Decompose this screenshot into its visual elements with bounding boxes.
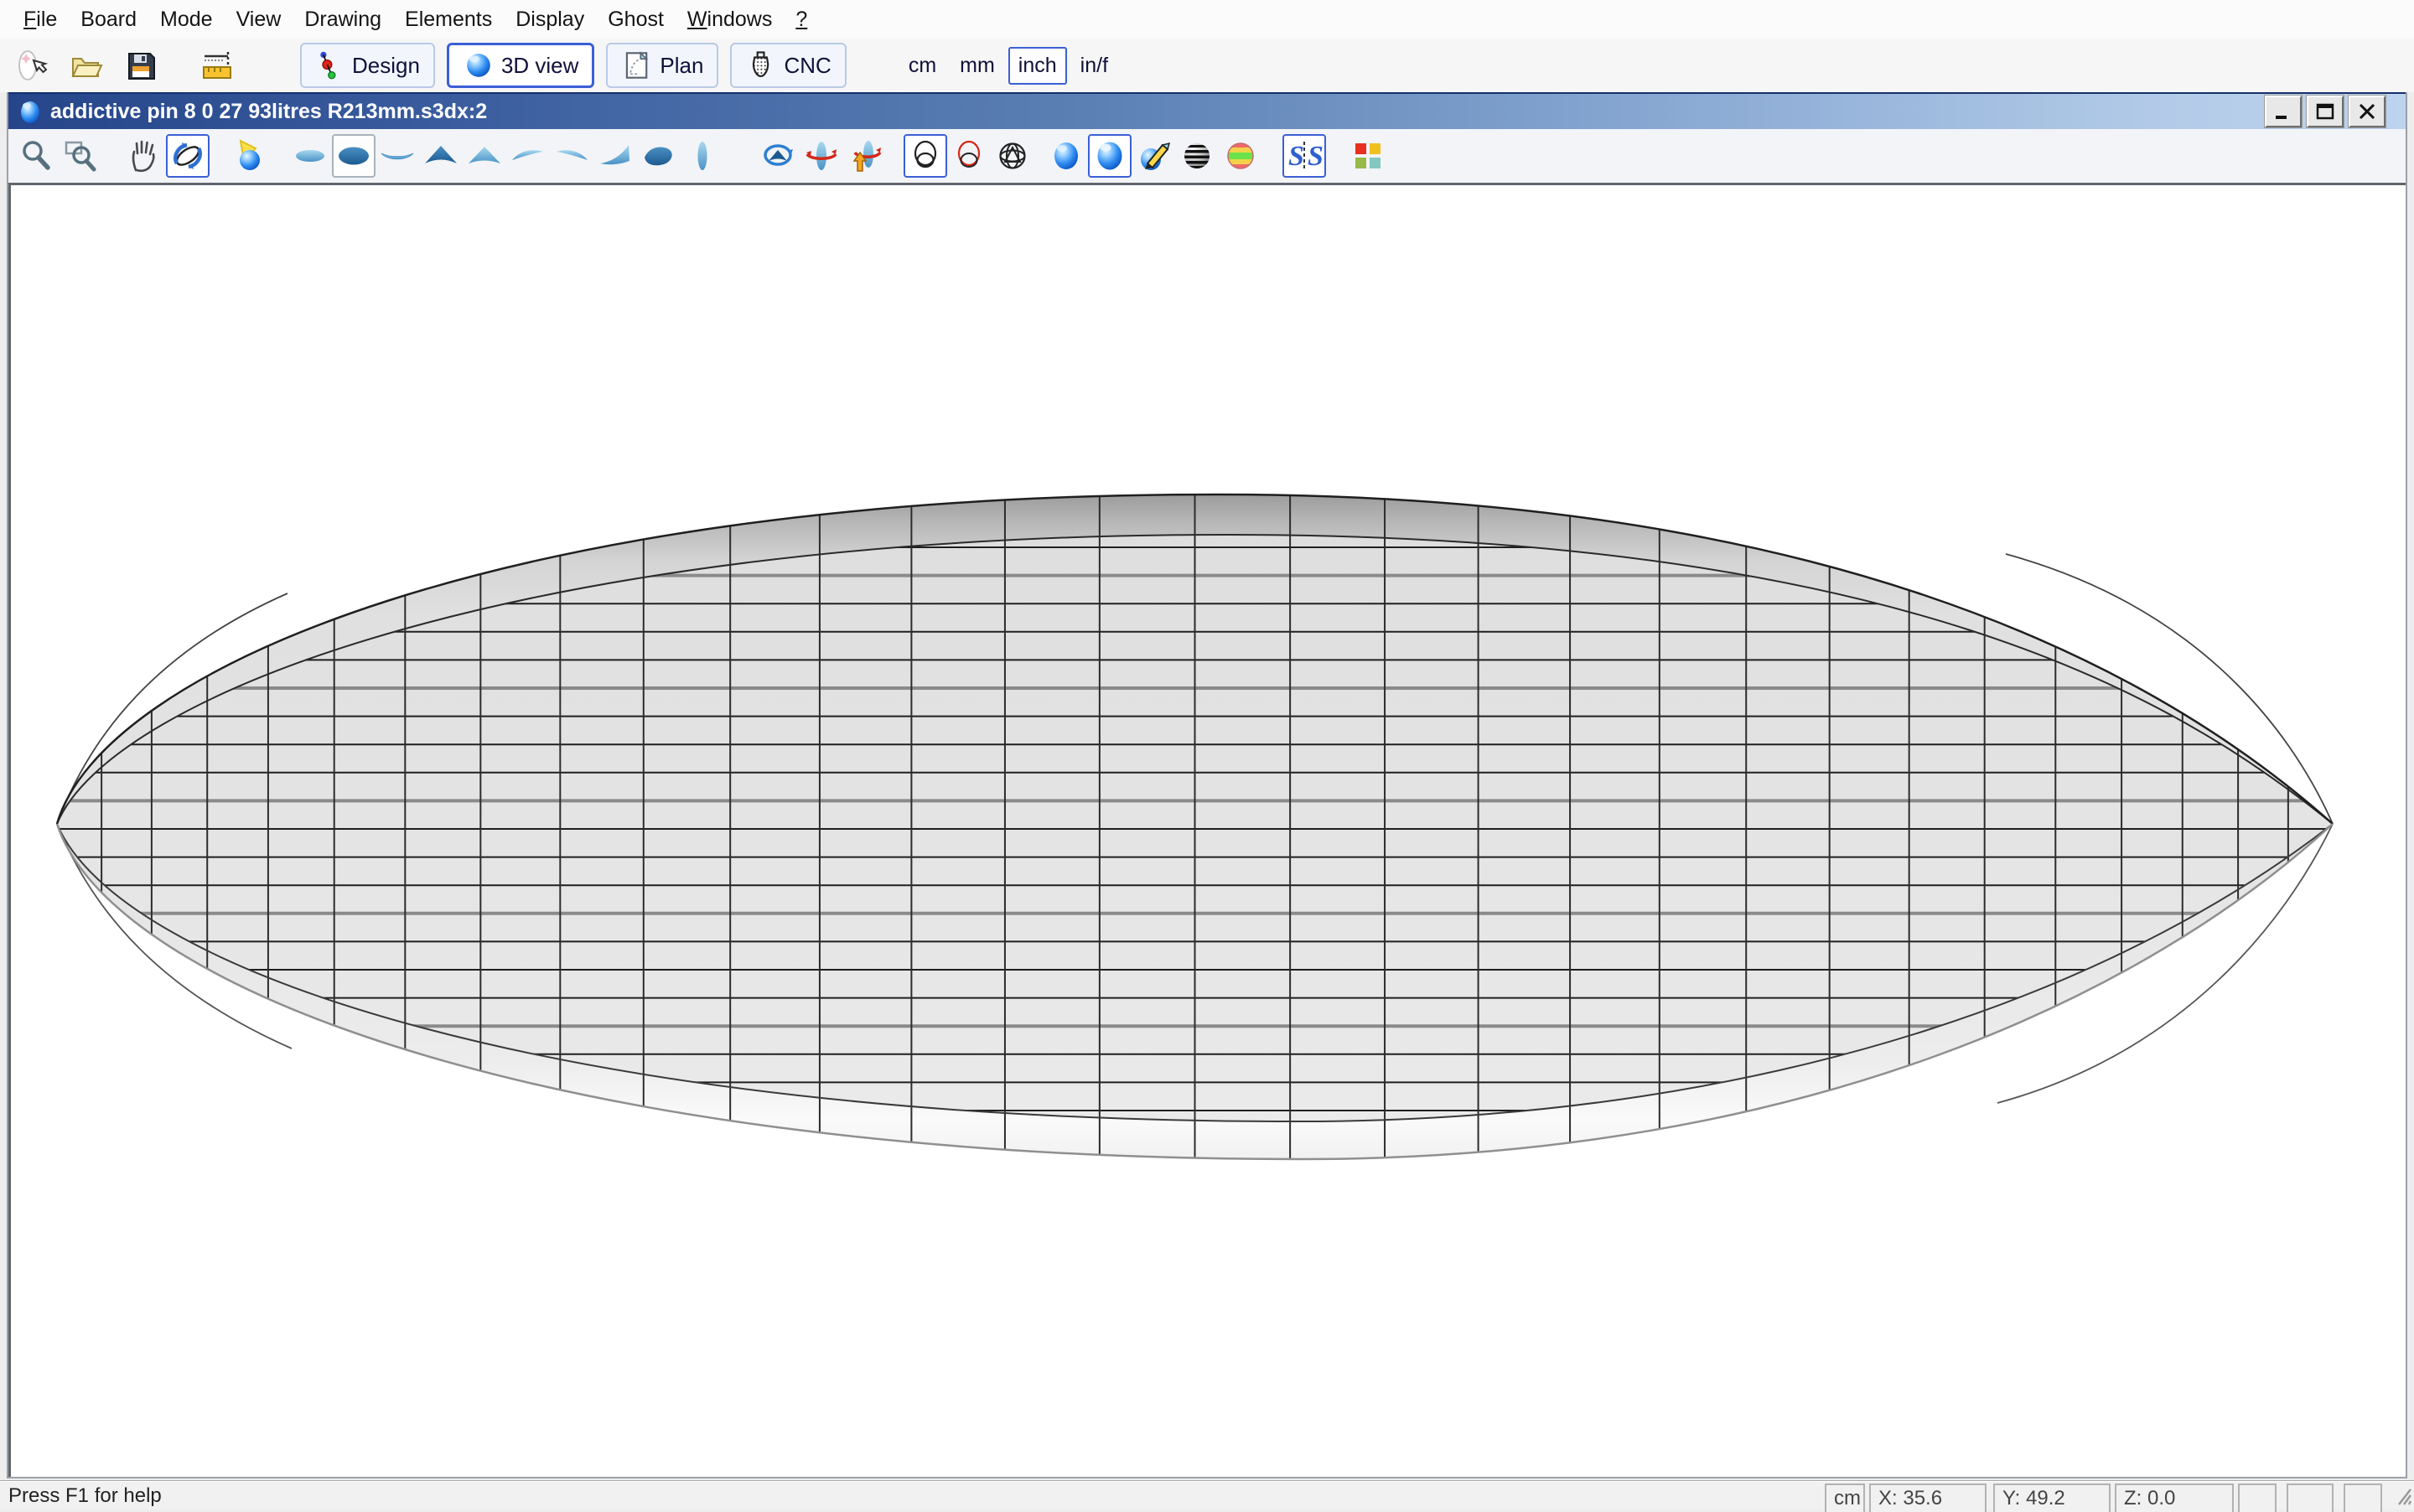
menu-item-board[interactable]: Board bbox=[69, 4, 148, 35]
menu-item-mode[interactable]: Mode bbox=[148, 4, 225, 35]
spotlight-icon[interactable] bbox=[226, 134, 270, 178]
document-title: addictive pin 8 0 27 93litres R213mm.s3d… bbox=[50, 100, 2260, 124]
wireframe-red-icon[interactable] bbox=[947, 134, 991, 178]
plan-button-label: Plan bbox=[660, 53, 703, 79]
document-icon bbox=[17, 98, 44, 125]
status-unit: cm bbox=[1825, 1484, 1865, 1512]
wireframe-globe-icon[interactable] bbox=[991, 134, 1034, 178]
close-icon bbox=[2357, 103, 2377, 120]
open-folder-icon bbox=[67, 47, 104, 84]
view-toolbar: S S bbox=[8, 129, 2406, 183]
svg-text:S: S bbox=[1308, 141, 1323, 172]
plan-shape-icon[interactable] bbox=[637, 134, 681, 178]
unit-inch[interactable]: inch bbox=[1008, 47, 1067, 85]
document-titlebar: addictive pin 8 0 27 93litres R213mm.s3d… bbox=[8, 92, 2406, 129]
main-toolbar: Design 3D view Plan CNC cmmminchin/f bbox=[0, 39, 2414, 92]
viewport-3d[interactable] bbox=[8, 183, 2406, 1477]
dimensions-button[interactable] bbox=[196, 44, 240, 87]
sphere-curvature-icon[interactable] bbox=[1219, 134, 1262, 178]
cnc-button-label: CNC bbox=[784, 53, 831, 79]
profile-vertical-icon[interactable] bbox=[681, 134, 724, 178]
menu-item-drawing[interactable]: Drawing bbox=[293, 4, 393, 35]
sphere-render-icon[interactable] bbox=[1044, 134, 1088, 178]
status-help-text: Press F1 for help bbox=[8, 1484, 162, 1508]
sphere-shaded-icon[interactable] bbox=[1088, 134, 1132, 178]
minimize-icon bbox=[2273, 103, 2293, 120]
pan-hand-icon[interactable] bbox=[122, 134, 166, 178]
new-board-icon bbox=[15, 47, 52, 84]
menu-item-file[interactable]: File bbox=[12, 4, 69, 35]
cnc-button[interactable]: CNC bbox=[730, 43, 846, 88]
rotate-3d-icon[interactable] bbox=[166, 134, 210, 178]
outline-top-icon[interactable] bbox=[288, 134, 332, 178]
menu-item-view[interactable]: View bbox=[225, 4, 293, 35]
menu-item-elements[interactable]: Elements bbox=[393, 4, 504, 35]
zoom-window-icon[interactable] bbox=[59, 134, 102, 178]
blue-sphere-icon bbox=[463, 49, 495, 81]
rail-left-icon[interactable] bbox=[506, 134, 550, 178]
resize-grip-icon[interactable] bbox=[2392, 1486, 2412, 1506]
maximize-button[interactable] bbox=[2307, 96, 2344, 127]
3d-view-button[interactable]: 3D view bbox=[447, 43, 594, 88]
color-squares-icon[interactable] bbox=[1346, 134, 1390, 178]
status-extra-2 bbox=[2287, 1484, 2334, 1512]
menu-bar: FileBoardModeViewDrawingElementsDisplayG… bbox=[0, 0, 2414, 39]
save-disk-icon bbox=[122, 47, 159, 84]
design-button[interactable]: Design bbox=[300, 43, 435, 88]
cnc-bit-icon bbox=[745, 49, 777, 81]
document-window: addictive pin 8 0 27 93litres R213mm.s3d… bbox=[7, 92, 2407, 1478]
status-extra-3 bbox=[2344, 1484, 2382, 1512]
design-button-label: Design bbox=[352, 53, 420, 79]
flip-rotate-icon[interactable] bbox=[756, 134, 800, 178]
menu-item-display[interactable]: Display bbox=[504, 4, 596, 35]
outline-ellipse-icon[interactable] bbox=[332, 134, 376, 178]
rocker-thin-icon[interactable] bbox=[376, 134, 419, 178]
menu-item-windows[interactable]: Windows bbox=[676, 4, 784, 35]
maximize-icon bbox=[2315, 103, 2335, 120]
unit-mm[interactable]: mm bbox=[950, 47, 1005, 85]
sphere-bands-icon[interactable] bbox=[1175, 134, 1219, 178]
design-nodes-icon bbox=[315, 49, 345, 82]
status-x: X: 35.6 bbox=[1869, 1484, 1987, 1512]
new-button[interactable] bbox=[12, 44, 55, 87]
status-z: Z: 0.0 bbox=[2115, 1484, 2234, 1512]
rocker-profile-icon[interactable] bbox=[593, 134, 637, 178]
plan-button[interactable]: Plan bbox=[606, 43, 718, 88]
spin-horizontal-icon[interactable] bbox=[800, 134, 843, 178]
minimize-button[interactable] bbox=[2265, 96, 2302, 127]
menu-item-q[interactable]: ? bbox=[784, 4, 819, 35]
wireframe-black-icon[interactable] bbox=[904, 134, 947, 178]
thickness-dark-icon[interactable] bbox=[419, 134, 463, 178]
save-button[interactable] bbox=[119, 44, 163, 87]
dimensions-ruler-icon bbox=[199, 47, 236, 84]
close-button[interactable] bbox=[2349, 96, 2386, 127]
open-button[interactable] bbox=[64, 44, 107, 87]
thickness-icon[interactable] bbox=[463, 134, 506, 178]
status-extra-1 bbox=[2238, 1484, 2277, 1512]
surfboard-3d-model bbox=[11, 185, 2404, 1476]
status-y: Y: 49.2 bbox=[1993, 1484, 2111, 1512]
svg-text:S: S bbox=[1288, 141, 1304, 172]
sphere-texture-icon[interactable] bbox=[1132, 134, 1175, 178]
3d-view-button-label: 3D view bbox=[501, 53, 578, 79]
status-bar: Press F1 for help cmX: 35.6Y: 49.2Z: 0.0 bbox=[0, 1480, 2414, 1509]
rail-right-icon[interactable] bbox=[550, 134, 593, 178]
spin-vertical-icon[interactable] bbox=[843, 134, 887, 178]
plan-document-icon bbox=[621, 49, 653, 81]
symmetry-icon[interactable]: S S bbox=[1282, 134, 1326, 178]
unit-in-f[interactable]: in/f bbox=[1070, 47, 1118, 85]
unit-cm[interactable]: cm bbox=[899, 47, 946, 85]
zoom-icon[interactable] bbox=[15, 134, 59, 178]
menu-item-ghost[interactable]: Ghost bbox=[596, 4, 676, 35]
